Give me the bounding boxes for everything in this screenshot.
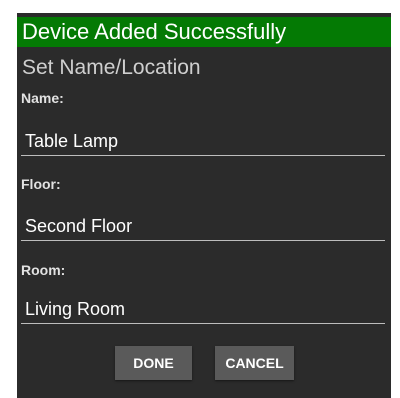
success-banner: Device Added Successfully bbox=[17, 17, 391, 47]
floor-input[interactable] bbox=[21, 213, 385, 241]
done-button[interactable]: DONE bbox=[115, 346, 192, 380]
floor-label: Floor: bbox=[21, 176, 61, 192]
dialog-subtitle: Set Name/Location bbox=[22, 56, 201, 79]
room-input[interactable] bbox=[21, 296, 385, 324]
name-label: Name: bbox=[21, 90, 64, 106]
add-device-dialog: Device Added Successfully Set Name/Locat… bbox=[17, 13, 391, 398]
name-input[interactable] bbox=[21, 128, 385, 156]
cancel-button[interactable]: CANCEL bbox=[215, 346, 294, 380]
room-label: Room: bbox=[21, 262, 66, 278]
